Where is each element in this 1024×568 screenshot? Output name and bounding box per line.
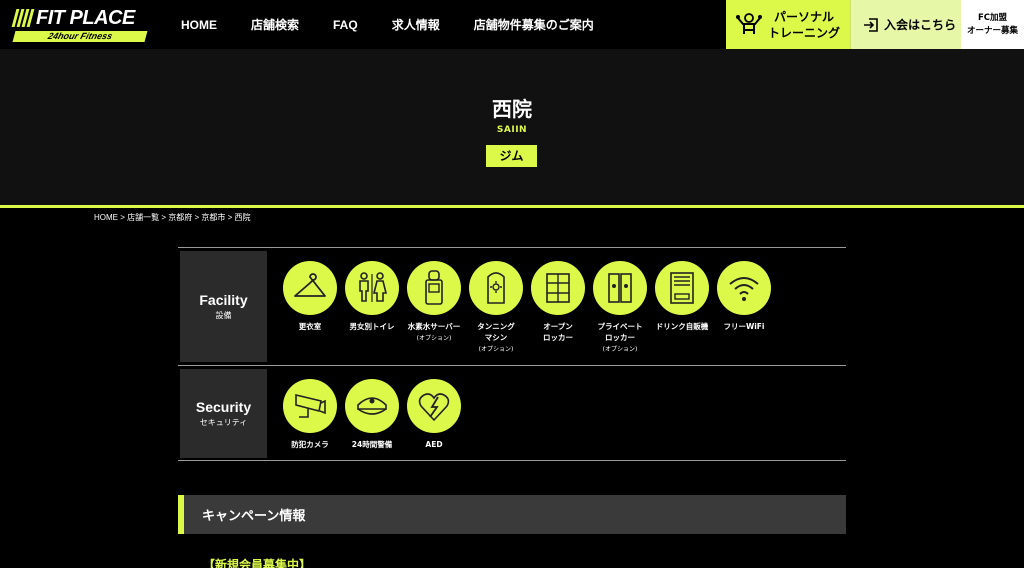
facility-item: オープン ロッカー <box>527 261 589 353</box>
site-header: FIT PLACE 24hour Fitness HOME 店舗検索 FAQ 求… <box>0 0 1024 49</box>
facility-icons: 更衣室 男女別トイレ 水素水サーバー (オプション) タンニング マシン (オプ… <box>279 261 775 353</box>
security-item: AED <box>403 379 465 450</box>
breadcrumb[interactable]: HOME > 店舗一覧 > 京都府 > 京都市 > 西院 <box>94 212 250 223</box>
logo-bars-icon <box>11 9 35 27</box>
open-locker-icon <box>546 273 570 303</box>
vending-machine-icon <box>670 272 694 304</box>
security-item: 防犯カメラ <box>279 379 341 450</box>
facility-item: タンニング マシン (オプション) <box>465 261 527 353</box>
login-arrow-icon <box>864 17 878 32</box>
guard-cap-icon <box>357 397 387 415</box>
security-title-en: Security <box>195 399 252 415</box>
main-nav: HOME 店舗検索 FAQ 求人情報 店舗物件募集のご案内 <box>181 0 628 49</box>
security-item: 24時間警備 <box>341 379 403 450</box>
wifi-icon <box>729 277 759 301</box>
join-button[interactable]: 入会はこちら <box>850 0 961 49</box>
facility-title-jp: 設備 <box>215 311 232 320</box>
facility-title-en: Facility <box>199 292 248 308</box>
aed-icon <box>418 393 450 422</box>
campaign-title: キャンペーン情報 <box>202 509 306 524</box>
store-title-roman: SAIIN <box>496 125 528 135</box>
campaign-subheading: 【新規会員募集中】 <box>203 558 312 568</box>
facility-item: 更衣室 <box>279 261 341 353</box>
fit-place-logo[interactable]: FIT PLACE 24hour Fitness <box>11 6 148 42</box>
security-camera-icon <box>295 393 326 418</box>
nav-faq[interactable]: FAQ <box>333 18 358 32</box>
hero-divider <box>0 205 1024 208</box>
facility-item: 水素水サーバー (オプション) <box>403 261 465 353</box>
personal-training-button[interactable]: パーソナル トレーニング <box>726 0 850 49</box>
security-table: Security セキュリティ 防犯カメラ 24時間警備 AED <box>178 365 846 461</box>
muscle-trainer-icon <box>736 12 762 34</box>
store-title: 西院 <box>492 97 532 121</box>
fc-owner-button[interactable]: FC加盟 オーナー募集 <box>961 0 1024 49</box>
security-icons: 防犯カメラ 24時間警備 AED <box>279 379 465 450</box>
restroom-icon <box>359 272 388 302</box>
facility-item: ドリンク自販機 <box>651 261 713 353</box>
facility-item: フリーWiFi <box>713 261 775 353</box>
nav-home[interactable]: HOME <box>181 18 217 32</box>
nav-property[interactable]: 店舗物件募集のご案内 <box>474 16 594 33</box>
logo-text: FIT PLACE <box>36 6 135 29</box>
facility-item: プライベート ロッカー (オプション) <box>589 261 651 353</box>
nav-recruit[interactable]: 求人情報 <box>392 16 440 33</box>
water-server-icon <box>425 270 443 305</box>
hanger-icon <box>294 273 326 297</box>
join-label: 入会はこちら <box>884 18 957 32</box>
campaign-heading: キャンペーン情報 <box>178 495 846 534</box>
personal-training-label: パーソナル トレーニング <box>768 9 841 40</box>
store-type-badge: ジム <box>486 145 537 167</box>
security-heading: Security セキュリティ <box>180 369 267 458</box>
nav-store-search[interactable]: 店舗検索 <box>251 16 299 33</box>
logo-subtitle: 24hour Fitness <box>12 31 148 42</box>
facility-table: Facility 設備 更衣室 男女別トイレ 水素水サーバー (オプション) タ… <box>178 247 846 365</box>
tanning-machine-icon <box>487 272 505 304</box>
private-locker-icon <box>608 273 632 303</box>
facility-heading: Facility 設備 <box>180 251 267 362</box>
facility-item: 男女別トイレ <box>341 261 403 353</box>
security-title-jp: セキュリティ <box>199 418 248 427</box>
